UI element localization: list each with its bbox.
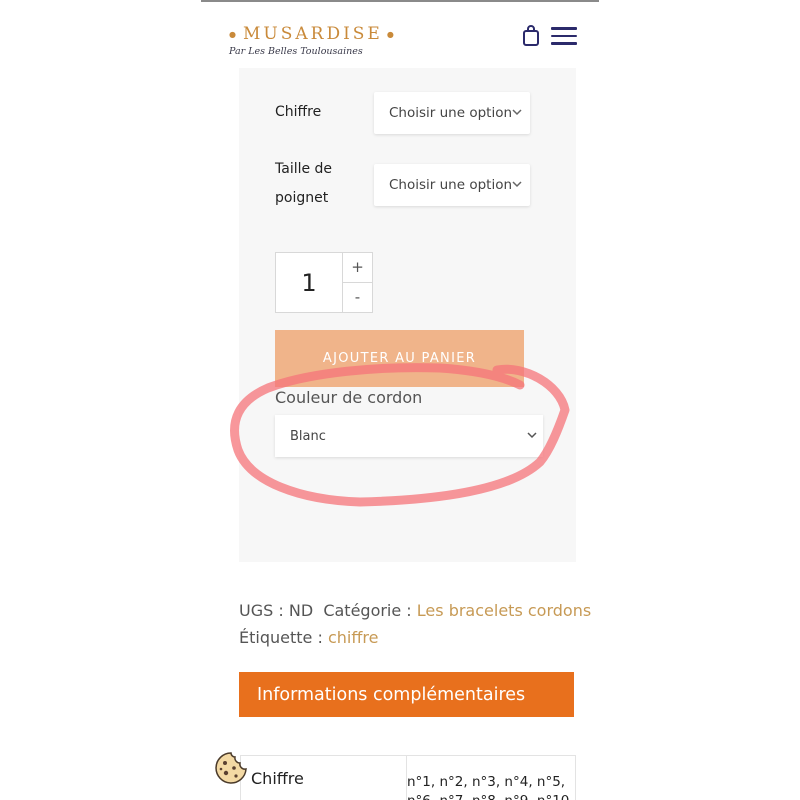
- logo-subtitle: Par Les Belles Toulousaines: [229, 46, 363, 57]
- quantity-minus-button[interactable]: -: [343, 283, 372, 313]
- quantity-stepper: 1 + -: [275, 252, 373, 313]
- attribute-name: Chiffre: [251, 769, 304, 788]
- logo-title-text: MUSARDISE: [242, 24, 383, 44]
- product-meta-line-1: UGS : ND Catégorie : Les bracelets cordo…: [239, 601, 591, 620]
- cookie-icon[interactable]: [214, 751, 248, 785]
- select-cord-value: Blanc: [290, 428, 326, 444]
- quantity-input[interactable]: 1: [276, 253, 343, 312]
- attribute-value: n°1, n°2, n°3, n°4, n°5, n°6, n°7, n°8, …: [407, 774, 574, 800]
- product-meta-line-2: Étiquette : chiffre: [239, 628, 378, 647]
- logo-title: ● MUSARDISE ●: [229, 24, 394, 44]
- shopping-bag-icon[interactable]: [522, 25, 540, 47]
- top-divider: [201, 0, 599, 2]
- logo-dot-left: ●: [229, 29, 239, 39]
- sku-label: UGS :: [239, 601, 284, 620]
- category-link[interactable]: Les bracelets cordons: [417, 601, 591, 620]
- product-options-panel: [239, 68, 576, 562]
- tag-label: Étiquette :: [239, 628, 323, 647]
- sku-value: ND: [288, 601, 314, 620]
- additional-info-heading[interactable]: Informations complémentaires: [239, 672, 574, 717]
- tag-link[interactable]: chiffre: [328, 628, 378, 647]
- select-taille-poignet[interactable]: Choisir une option: [374, 164, 530, 206]
- chevron-down-icon: [512, 109, 522, 116]
- cord-color-label: Couleur de cordon: [275, 388, 423, 407]
- select-chiffre-value: Choisir une option: [389, 105, 513, 121]
- hamburger-menu-icon[interactable]: [551, 27, 577, 45]
- category-label: Catégorie :: [323, 601, 412, 620]
- logo-dot-right: ●: [386, 29, 397, 39]
- site-logo[interactable]: ● MUSARDISE ● Par Les Belles Toulousaine…: [229, 24, 394, 57]
- field-label-chiffre: Chiffre: [275, 104, 322, 120]
- attributes-table: Chiffre n°1, n°2, n°3, n°4, n°5, n°6, n°…: [240, 755, 576, 800]
- select-chiffre[interactable]: Choisir une option: [374, 92, 530, 134]
- select-cord-color[interactable]: Blanc: [275, 415, 543, 457]
- chevron-down-icon: [512, 181, 522, 188]
- quantity-plus-button[interactable]: +: [343, 253, 372, 283]
- field-label-taille: Taille de poignet: [275, 161, 333, 206]
- add-to-cart-button[interactable]: AJOUTER AU PANIER: [275, 330, 524, 387]
- select-taille-value: Choisir une option: [389, 177, 513, 193]
- chevron-down-icon: [527, 432, 537, 439]
